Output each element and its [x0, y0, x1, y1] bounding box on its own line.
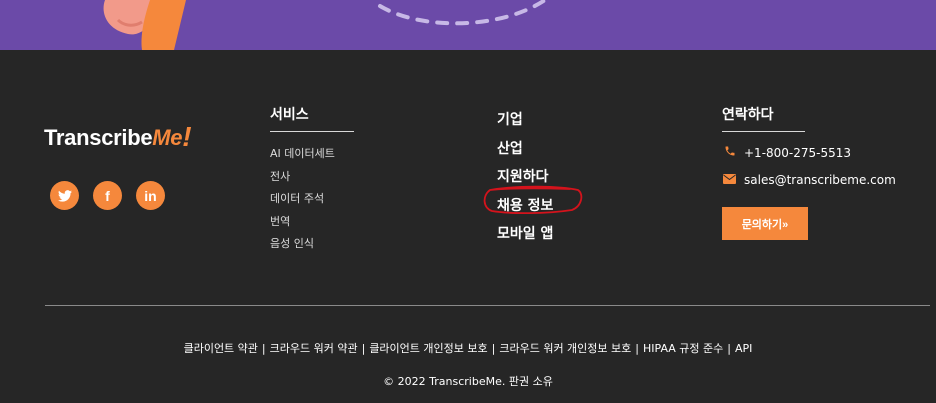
legal-links: 클라이언트 약관 | 크라우드 워커 약관 | 클라이언트 개인정보 보호 | 크라우드 워…	[0, 340, 936, 356]
service-link-data-annotation[interactable]: 데이터 주석	[270, 188, 335, 211]
hero-banner	[0, 0, 936, 50]
service-link-translation[interactable]: 번역	[270, 211, 335, 234]
contact-email[interactable]: sales@transcribeme.com	[723, 173, 896, 187]
services-list: AI 데이터세트 전사 데이터 주석 번역 음성 인식	[270, 143, 335, 256]
services-title: 서비스	[270, 107, 309, 123]
legal-separator: |	[491, 342, 496, 355]
email-address: sales@transcribeme.com	[744, 173, 896, 187]
phone-number: +1-800-275-5513	[744, 145, 852, 160]
legal-link-worker-terms[interactable]: 크라우드 워커 약관	[270, 342, 358, 355]
legal-link-api[interactable]: API	[735, 342, 752, 355]
contact-us-button[interactable]: 문의하기»	[722, 207, 808, 240]
page: TranscribeMe! f in 서비스 AI 데이터세트 전사 데이터 주…	[0, 0, 936, 403]
legal-separator: |	[635, 342, 639, 355]
service-link-ai-datasets[interactable]: AI 데이터세트	[270, 143, 335, 166]
legal-link-client-privacy[interactable]: 클라이언트 개인정보 보호	[369, 342, 487, 355]
legal-separator: |	[727, 342, 731, 355]
service-link-speech-recognition[interactable]: 음성 인식	[270, 233, 335, 256]
logo-bang: !	[182, 121, 192, 152]
legal-link-worker-privacy[interactable]: 크라우드 워커 개인정보 보호	[499, 342, 631, 355]
transcribeme-logo[interactable]: TranscribeMe!	[44, 120, 192, 152]
phone-icon	[723, 145, 736, 160]
contact-phone[interactable]: +1-800-275-5513	[723, 145, 851, 160]
company-link-enterprise[interactable]: 기업	[497, 106, 553, 135]
linkedin-icon[interactable]: in	[136, 181, 165, 210]
company-list: 기업 산업 지원하다 채용 정보 모바일 앱	[497, 106, 553, 249]
facebook-icon[interactable]: f	[93, 181, 122, 210]
company-link-industries[interactable]: 산업	[497, 135, 553, 164]
logo-text: Transcribe	[44, 125, 153, 150]
social-links: f in	[50, 181, 165, 210]
legal-link-client-terms[interactable]: 클라이언트 약관	[184, 342, 258, 355]
contact-title: 연락하다	[722, 107, 774, 123]
footer-divider	[45, 305, 930, 306]
site-footer: TranscribeMe! f in 서비스 AI 데이터세트 전사 데이터 주…	[0, 50, 936, 403]
company-link-mobile-app[interactable]: 모바일 앱	[497, 220, 553, 249]
envelope-icon	[723, 173, 736, 187]
twitter-icon[interactable]	[50, 181, 79, 210]
services-title-rule	[270, 131, 354, 132]
legal-separator: |	[361, 342, 366, 355]
legal-link-hipaa[interactable]: HIPAA 규정 준수	[643, 342, 723, 355]
hero-illustration	[103, 0, 547, 50]
contact-title-rule	[722, 131, 805, 132]
service-link-transcription[interactable]: 전사	[270, 166, 335, 189]
careers-highlight-annotation	[483, 185, 583, 215]
legal-separator: |	[261, 342, 266, 355]
logo-accent: Me	[152, 125, 183, 150]
copyright-notice: © 2022 TranscribeMe. 판권 소유	[383, 375, 553, 388]
